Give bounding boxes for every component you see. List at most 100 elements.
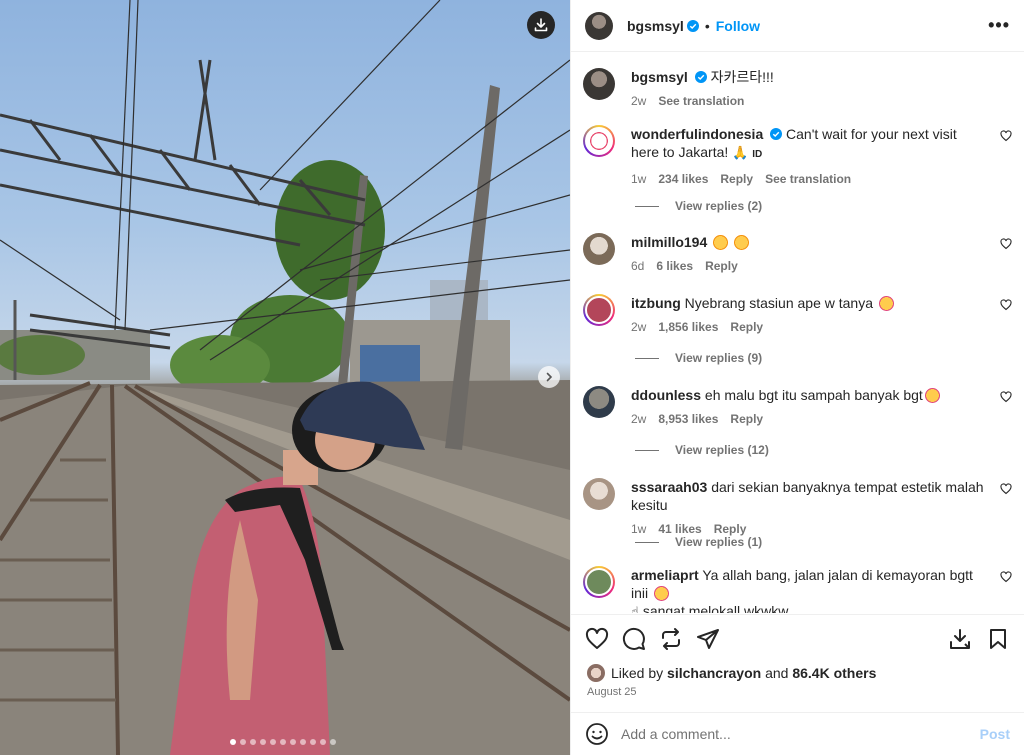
comment-text: eh malu bgt itu sampah banyak bgt — [704, 387, 923, 403]
verified-badge-icon — [694, 71, 707, 83]
post-date[interactable]: August 25 — [587, 686, 637, 698]
caption-avatar[interactable] — [583, 68, 615, 100]
see-translation-link[interactable]: See translation — [658, 92, 744, 110]
view-replies-button[interactable]: View replies (1) — [635, 535, 762, 549]
download-icon — [534, 18, 548, 32]
liker-username[interactable]: silchancrayon — [667, 665, 761, 681]
likes-summary: Liked by silchancrayon and 86.4K others — [587, 664, 1008, 682]
liked-by-and: and — [765, 665, 789, 681]
comment-text-line2: sangat melokall wkwkw — [642, 603, 789, 613]
reply-button[interactable]: Reply — [730, 318, 763, 336]
caption: bgsmsyl 자카르타!!! 2w See translation — [583, 68, 1012, 110]
crying-laughing-emoji — [654, 586, 670, 601]
commenter-avatar[interactable] — [583, 125, 615, 157]
view-replies-label: View replies (9) — [675, 351, 763, 365]
repost-icon[interactable] — [659, 627, 683, 651]
carousel-dot — [240, 739, 246, 745]
commenter-username[interactable]: milmillo194 — [631, 234, 707, 250]
download-button[interactable] — [527, 11, 555, 39]
author-username[interactable]: bgsmsyl — [627, 18, 684, 34]
view-replies-button[interactable]: View replies (2) — [635, 199, 762, 213]
carousel-dot — [310, 739, 316, 745]
like-comment-heart-icon[interactable] — [1000, 238, 1012, 250]
like-comment-heart-icon[interactable] — [1000, 571, 1012, 583]
post-action-bar — [571, 614, 1024, 662]
carousel-dot — [250, 739, 256, 745]
commenter-username[interactable]: itzbung — [631, 295, 681, 311]
comment-item: ddounless eh malu bgt itu sampah banyak … — [583, 386, 1012, 428]
more-options-button[interactable]: ••• — [988, 15, 1010, 36]
carousel-dot — [320, 739, 326, 745]
view-replies-button[interactable]: View replies (9) — [635, 351, 762, 365]
save-download-icon[interactable] — [948, 627, 972, 651]
liker-avatar[interactable] — [587, 664, 605, 682]
likes-count-link[interactable]: 86.4K others — [792, 665, 876, 681]
comment-likes[interactable]: 6 likes — [656, 257, 693, 275]
post-comment-button[interactable]: Post — [980, 726, 1010, 742]
carousel-dot — [330, 739, 336, 745]
see-translation-link[interactable]: See translation — [765, 170, 851, 188]
comment-bubble-icon[interactable] — [622, 627, 646, 651]
like-comment-heart-icon[interactable] — [1000, 391, 1012, 403]
like-heart-icon[interactable] — [585, 627, 609, 651]
crying-laughing-emoji — [924, 388, 940, 403]
commenter-username[interactable]: sssaraah03 — [631, 479, 707, 495]
carousel-dot — [280, 739, 286, 745]
view-replies-button[interactable]: View replies (12) — [635, 443, 769, 457]
carousel-dot — [230, 739, 236, 745]
commenter-username[interactable]: armeliaprt — [631, 567, 699, 583]
comment-input[interactable] — [621, 726, 980, 742]
commenter-username[interactable]: ddounless — [631, 387, 701, 403]
heart-eyes-emoji — [713, 235, 729, 250]
commenter-avatar[interactable] — [583, 478, 615, 510]
comment-likes[interactable]: 234 likes — [658, 170, 708, 188]
commenter-avatar[interactable] — [583, 386, 615, 418]
comment-time[interactable]: 6d — [631, 257, 644, 275]
comment-time[interactable]: 2w — [631, 318, 646, 336]
indonesia-flag-label: ID — [752, 149, 763, 160]
reply-button[interactable]: Reply — [705, 257, 738, 275]
photo-scene — [0, 0, 570, 755]
comment-time[interactable]: 2w — [631, 410, 646, 428]
chevron-right-icon — [546, 372, 553, 382]
like-comment-heart-icon[interactable] — [1000, 299, 1012, 311]
carousel-dot — [270, 739, 276, 745]
commenter-avatar[interactable] — [583, 294, 615, 326]
reply-button[interactable]: Reply — [730, 410, 763, 428]
comment-text: Nyebrang stasiun ape w tanya — [684, 295, 873, 311]
commenter-username[interactable]: wonderfulindonesia — [631, 126, 763, 142]
comment-item: sssaraah03 dari sekian banyaknya tempat … — [583, 478, 1012, 538]
pointing-up-emoji: ☝ — [631, 604, 639, 613]
comment-likes[interactable]: 1,856 likes — [658, 318, 718, 336]
comment-time[interactable]: 1w — [631, 170, 646, 188]
commenter-avatar[interactable] — [583, 566, 615, 598]
commenter-avatar[interactable] — [583, 233, 615, 265]
follow-button[interactable]: Follow — [716, 18, 760, 34]
author-avatar[interactable] — [585, 11, 613, 40]
liked-by-prefix: Liked by — [611, 665, 664, 681]
comments-list: bgsmsyl 자카르타!!! 2w See translation wonde… — [571, 53, 1024, 613]
folded-hands-emoji: 🙏 — [732, 145, 749, 160]
bookmark-icon[interactable] — [986, 627, 1010, 651]
next-slide-button[interactable] — [538, 366, 560, 388]
reply-button[interactable]: Reply — [720, 170, 753, 188]
comment-likes[interactable]: 8,953 likes — [658, 410, 718, 428]
heart-eyes-emoji — [734, 235, 750, 250]
comment-item: wonderfulindonesia Can't wait for your n… — [583, 125, 1012, 188]
verified-badge-icon — [686, 19, 699, 32]
post-details-panel: bgsmsyl • Follow ••• bgsmsyl 자카르타!!! 2w — [570, 0, 1024, 755]
comment-item: armeliaprt Ya allah bang, jalan jalan di… — [583, 566, 1012, 613]
caption-text: 자카르타!!! — [710, 69, 774, 85]
caption-time[interactable]: 2w — [631, 92, 646, 110]
post-photo[interactable] — [0, 0, 570, 755]
post-header: bgsmsyl • Follow ••• — [571, 0, 1024, 52]
comment-item: itzbung Nyebrang stasiun ape w tanya 2w … — [583, 294, 1012, 336]
caption-username[interactable]: bgsmsyl — [631, 69, 688, 85]
crying-laughing-emoji — [878, 296, 894, 311]
comment-item: milmillo194 6d 6 likes Reply — [583, 233, 1012, 275]
like-comment-heart-icon[interactable] — [1000, 130, 1012, 142]
view-replies-label: View replies (2) — [675, 199, 763, 213]
like-comment-heart-icon[interactable] — [1000, 483, 1012, 495]
emoji-picker-icon[interactable] — [585, 722, 609, 746]
share-send-icon[interactable] — [696, 627, 720, 651]
